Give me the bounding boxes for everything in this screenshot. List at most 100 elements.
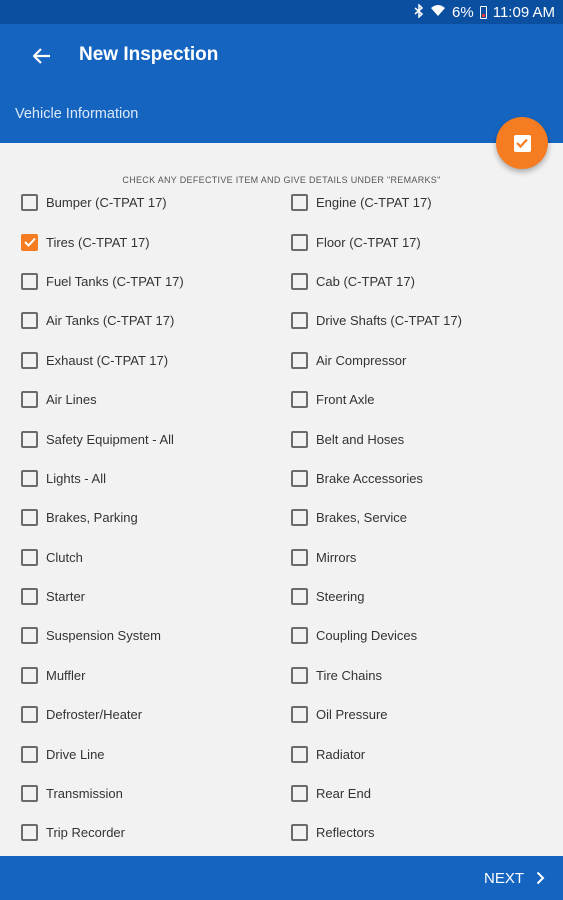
checklist-item-label: Drive Shafts (C-TPAT 17) [316,313,462,329]
checkbox-icon[interactable] [291,548,308,566]
checkbox-icon[interactable] [291,627,308,645]
checklist-item[interactable]: Drive Line [21,734,291,773]
checklist-item-label: Air Tanks (C-TPAT 17) [46,313,175,329]
checklist-item[interactable]: Defroster/Heater [21,695,291,734]
checklist-item[interactable]: Tire Chains [291,656,561,695]
checklist-item-label: Starter [46,589,86,605]
app-bar: New Inspection Vehicle Information [0,24,563,143]
checkbox-icon[interactable] [21,627,38,645]
checklist-item[interactable]: Muffler [21,656,291,695]
select-all-button[interactable] [496,117,548,169]
checklist-item[interactable]: Front Axle [291,380,561,419]
checklist-item-label: Bumper (C-TPAT 17) [46,195,167,211]
back-button[interactable] [28,42,56,70]
checklist-item-label: Front Axle [316,392,375,408]
checklist-item-label: Fuel Tanks (C-TPAT 17) [46,273,184,289]
next-label: NEXT [483,869,524,887]
checklist-item[interactable]: Belt and Hoses [291,419,561,458]
checkbox-icon [513,134,531,152]
checkbox-icon[interactable] [291,391,308,409]
checkbox-icon[interactable] [21,824,38,842]
checkbox-icon[interactable] [291,588,308,606]
checklist-item[interactable]: Transmission [21,774,291,813]
clock: 11:09 AM [492,3,555,21]
checklist-item-label: Muffler [46,667,86,683]
checkbox-icon[interactable] [291,824,308,842]
checkbox-icon[interactable] [21,548,38,566]
checkbox-icon[interactable] [21,706,38,724]
checklist-item-label: Cab (C-TPAT 17) [316,273,415,289]
checklist-item-label: Clutch [46,549,83,565]
checklist-item-label: Steering [316,589,365,605]
checkbox-icon[interactable] [291,509,308,527]
checklist-item-label: Brakes, Service [316,510,408,526]
checkbox-icon[interactable] [291,745,308,763]
checkbox-icon[interactable] [291,430,308,448]
checkbox-icon[interactable] [21,351,38,369]
checklist-item-label: Suspension System [46,628,161,644]
checkbox-icon[interactable] [21,666,38,684]
checklist-item[interactable]: Air Tanks (C-TPAT 17) [21,301,291,340]
checklist-item[interactable]: Steering [291,577,561,616]
checklist-item[interactable]: Brakes, Service [291,498,561,537]
checklist-item[interactable]: Drive Shafts (C-TPAT 17) [291,301,561,340]
bottom-bar: NEXT [0,856,563,900]
checklist-item[interactable]: Air Compressor [291,341,561,380]
checkbox-icon[interactable] [291,272,308,290]
checklist-item[interactable]: Exhaust (C-TPAT 17) [21,341,291,380]
checklist-item[interactable]: Starter [21,577,291,616]
checkbox-icon[interactable] [21,194,38,212]
checklist-item[interactable]: Oil Pressure [291,695,561,734]
checkbox-icon[interactable] [21,509,38,527]
checkbox-icon[interactable] [21,272,38,290]
next-button[interactable]: NEXT [484,856,545,900]
checkbox-icon[interactable] [21,430,38,448]
checklist-item[interactable]: Radiator [291,734,561,773]
checkbox-icon[interactable] [21,312,38,330]
checkbox-icon[interactable] [291,312,308,330]
checkbox-icon[interactable] [291,351,308,369]
checklist-item[interactable]: Clutch [21,538,291,577]
checklist-item[interactable]: Engine (C-TPAT 17) [291,183,561,222]
checklist-item-label: Tire Chains [316,667,382,683]
checklist-item-label: Defroster/Heater [46,707,143,723]
checklist-item[interactable]: Safety Equipment - All [21,419,291,458]
checklist-item[interactable]: Lights - All [21,459,291,498]
checklist-item[interactable]: Mirrors [291,538,561,577]
checklist-item[interactable]: Brakes, Parking [21,498,291,537]
checkbox-icon[interactable] [21,785,38,803]
checkbox-icon[interactable] [21,469,38,487]
checkbox-icon[interactable] [291,233,308,251]
checklist-item[interactable]: Rear End [291,774,561,813]
checkbox-icon[interactable] [21,391,38,409]
checkbox-checked-icon[interactable] [21,233,38,251]
checklist-item[interactable]: Brake Accessories [291,459,561,498]
checkbox-icon[interactable] [21,588,38,606]
checkbox-icon[interactable] [291,666,308,684]
checklist-item[interactable]: Reflectors [291,813,561,852]
checklist-item[interactable]: Fuel Tanks (C-TPAT 17) [21,262,291,301]
checklist-item[interactable]: Floor (C-TPAT 17) [291,222,561,261]
checklist-panel: CHECK ANY DEFECTIVE ITEM AND GIVE DETAIL… [0,143,563,856]
checkbox-icon[interactable] [21,745,38,763]
checklist-item-label: Lights - All [46,470,106,486]
checkbox-icon[interactable] [291,706,308,724]
checklist-item[interactable]: Suspension System [21,616,291,655]
checklist-item-label: Coupling Devices [316,628,418,644]
checklist-item-label: Radiator [316,746,366,762]
checklist-item-label: Floor (C-TPAT 17) [316,234,421,250]
checkbox-icon[interactable] [291,194,308,212]
checkbox-icon[interactable] [291,785,308,803]
checklist-item[interactable]: Bumper (C-TPAT 17) [21,183,291,222]
checkbox-icon[interactable] [291,469,308,487]
checklist-item[interactable]: Trip Recorder [21,813,291,852]
checklist-item-label: Trip Recorder [46,825,125,841]
checklist-item[interactable]: Coupling Devices [291,616,561,655]
checklist-item-label: Air Lines [46,392,97,408]
checklist-item[interactable]: Tires (C-TPAT 17) [21,222,291,261]
checklist-item[interactable]: Air Lines [21,380,291,419]
checklist-column-left: Bumper (C-TPAT 17) Tires (C-TPAT 17) Fuel … [21,183,291,853]
checklist-item-label: Air Compressor [316,352,407,368]
checklist-column-right: Engine (C-TPAT 17) Floor (C-TPAT 17) Cab (… [291,183,561,853]
checklist-item[interactable]: Cab (C-TPAT 17) [291,262,561,301]
